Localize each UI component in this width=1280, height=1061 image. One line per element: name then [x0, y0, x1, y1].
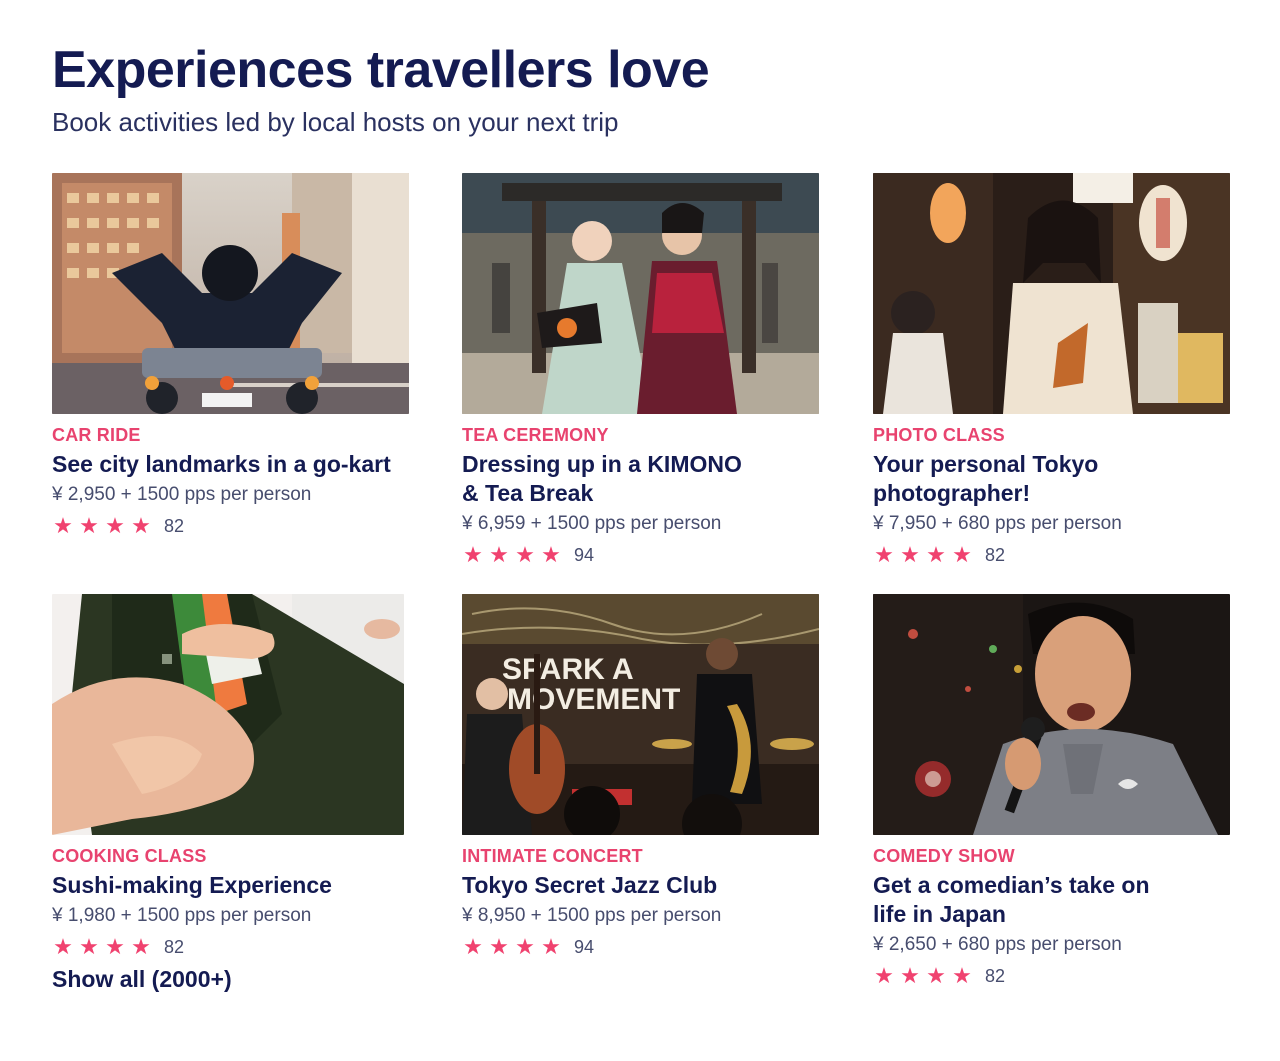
- card-category: CAR RIDE: [52, 425, 141, 445]
- card-category: COOKING CLASS: [52, 846, 207, 866]
- review-count: 82: [164, 936, 185, 957]
- card-price: ¥ 2,650 + 680 pps per person: [873, 934, 1122, 955]
- review-count: 94: [574, 544, 595, 565]
- card-category: INTIMATE CONCERT: [462, 846, 643, 866]
- star-rating: ★ ★ ★ ★: [52, 515, 152, 537]
- star-rating: ★ ★ ★ ★: [873, 544, 973, 566]
- card-price: ¥ 7,950 + 680 pps per person: [873, 513, 1122, 534]
- card-category: TEA CEREMONY: [462, 425, 609, 445]
- experience-card-cooking-class[interactable]: COOKING CLASS Sushi-making Experience ¥ …: [52, 594, 409, 960]
- star-icon: ★: [463, 542, 483, 567]
- card-image-sushi[interactable]: [52, 594, 404, 835]
- card-rating: ★ ★ ★ ★ 94: [462, 542, 819, 568]
- card-image-jazz-club[interactable]: SPARK A MOVEMENT: [462, 594, 819, 835]
- star-icon: ★: [105, 934, 125, 959]
- card-rating: ★ ★ ★ ★ 82: [873, 963, 1230, 989]
- card-price: ¥ 1,980 + 1500 pps per person: [52, 905, 312, 926]
- star-icon: ★: [541, 934, 561, 959]
- card-title[interactable]: Your personal Tokyo photographer!: [873, 450, 1173, 508]
- star-rating: ★ ★ ★ ★: [52, 936, 152, 958]
- star-rating: ★ ★ ★ ★: [873, 965, 973, 987]
- card-price: ¥ 8,950 + 1500 pps per person: [462, 905, 722, 926]
- star-icon: ★: [489, 934, 509, 959]
- star-icon: ★: [541, 542, 561, 567]
- review-count: 82: [985, 544, 1006, 565]
- card-image-go-kart[interactable]: [52, 173, 409, 414]
- star-rating: ★ ★ ★ ★: [462, 544, 562, 566]
- page-title: Experiences travellers love: [52, 41, 710, 99]
- experience-card-comedy-show[interactable]: COMEDY SHOW Get a comedian’s take on lif…: [873, 594, 1230, 989]
- experience-card-intimate-concert[interactable]: SPARK A MOVEMENT INTIMATE CONCERT Tokyo …: [462, 594, 819, 960]
- star-icon: ★: [515, 934, 535, 959]
- card-image-tokyo-alley[interactable]: [873, 173, 1230, 414]
- experience-card-tea-ceremony[interactable]: TEA CEREMONY Dressing up in a KIMONO & T…: [462, 173, 819, 568]
- star-icon: ★: [874, 963, 894, 988]
- review-count: 82: [985, 965, 1006, 986]
- review-count: 94: [574, 936, 595, 957]
- star-icon: ★: [53, 934, 73, 959]
- star-icon: ★: [53, 513, 73, 538]
- card-title[interactable]: Tokyo Secret Jazz Club: [462, 871, 819, 900]
- star-icon: ★: [926, 542, 946, 567]
- experience-card-car-ride[interactable]: CAR RIDE See city landmarks in a go-kart…: [52, 173, 409, 539]
- card-rating: ★ ★ ★ ★ 82: [52, 513, 409, 539]
- card-title[interactable]: Sushi-making Experience: [52, 871, 409, 900]
- star-icon: ★: [900, 542, 920, 567]
- star-icon: ★: [463, 934, 483, 959]
- card-rating: ★ ★ ★ ★ 94: [462, 934, 819, 960]
- card-category: PHOTO CLASS: [873, 425, 1005, 445]
- sign-line-1: SPARK A: [502, 653, 634, 686]
- sign-line-2: MOVEMENT: [507, 683, 680, 716]
- star-icon: ★: [131, 934, 151, 959]
- star-icon: ★: [515, 542, 535, 567]
- star-icon: ★: [79, 513, 99, 538]
- card-category: COMEDY SHOW: [873, 846, 1015, 866]
- show-all-link[interactable]: Show all (2000+): [52, 966, 232, 993]
- card-image-kimono[interactable]: [462, 173, 819, 414]
- card-image-comedian[interactable]: [873, 594, 1230, 835]
- star-rating: ★ ★ ★ ★: [462, 936, 562, 958]
- experience-card-photo-class[interactable]: PHOTO CLASS Your personal Tokyo photogra…: [873, 173, 1230, 568]
- card-rating: ★ ★ ★ ★ 82: [873, 542, 1230, 568]
- card-title[interactable]: Dressing up in a KIMONO & Tea Break: [462, 450, 762, 508]
- page-subtitle: Book activities led by local hosts on yo…: [52, 107, 619, 137]
- card-price: ¥ 2,950 + 1500 pps per person: [52, 484, 312, 505]
- star-icon: ★: [131, 513, 151, 538]
- star-icon: ★: [900, 963, 920, 988]
- card-title[interactable]: See city landmarks in a go-kart: [52, 450, 409, 479]
- card-rating: ★ ★ ★ ★ 82: [52, 934, 409, 960]
- star-icon: ★: [489, 542, 509, 567]
- card-title[interactable]: Get a comedian’s take on life in Japan: [873, 871, 1173, 929]
- star-icon: ★: [874, 542, 894, 567]
- review-count: 82: [164, 515, 185, 536]
- star-icon: ★: [926, 963, 946, 988]
- star-icon: ★: [79, 934, 99, 959]
- star-icon: ★: [952, 542, 972, 567]
- section-header: Experiences travellers love Book activit…: [52, 38, 710, 138]
- star-icon: ★: [105, 513, 125, 538]
- card-price: ¥ 6,959 + 1500 pps per person: [462, 513, 722, 534]
- star-icon: ★: [952, 963, 972, 988]
